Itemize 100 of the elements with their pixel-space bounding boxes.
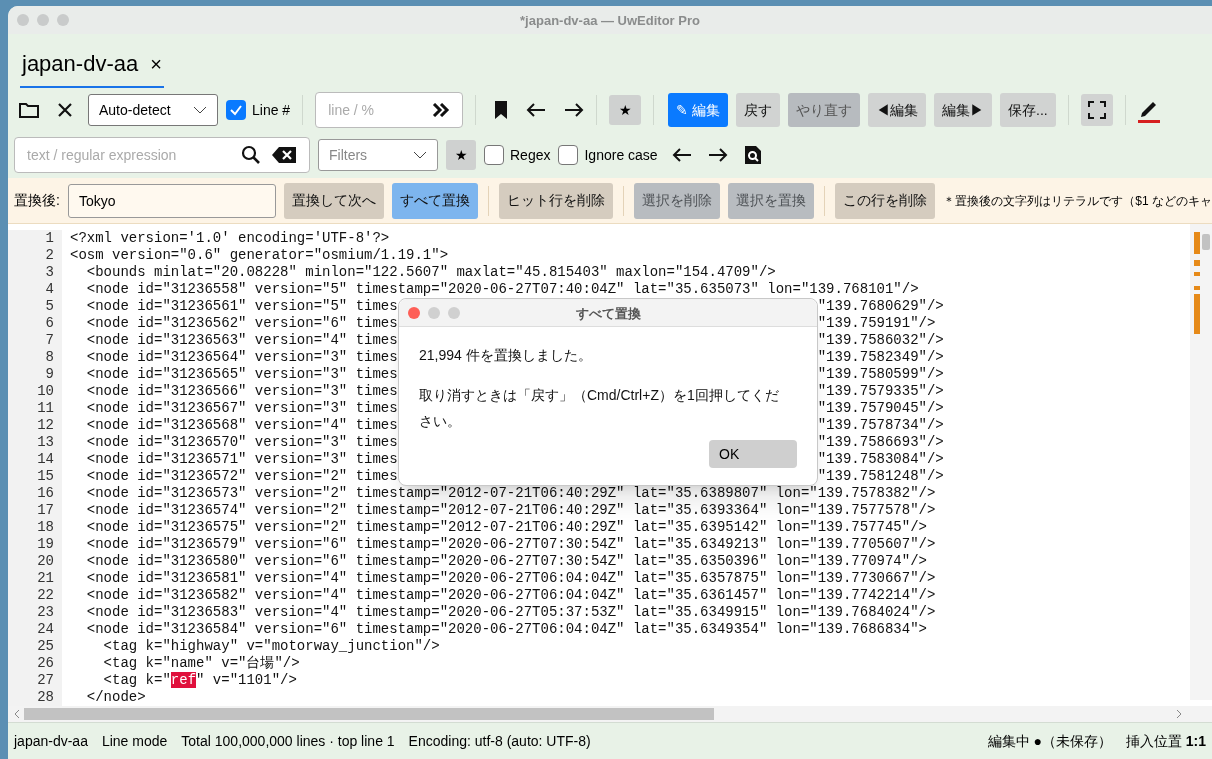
line-number: 26 [8,655,62,672]
arrow-left-icon[interactable] [671,147,692,163]
tab[interactable]: japan-dv-aa × [20,47,164,88]
goto-line-field[interactable]: line / % [315,92,464,128]
edit-state: 編集中 ●（未保存） [987,731,1112,751]
code-line: <node id="31236584" version="6" timestamp="2020-06-27T06:04:04Z" lat="35.6349354" lon="139.7686834"> [85,621,927,637]
code-line: <?xml version='1.0' encoding='UTF-8'?> [70,230,390,246]
code-line: <node id="31236574" version="2" timestamp="2012-07-21T06:40:29Z" lat="35.6393364" lon="139.7577578"/> [85,502,936,518]
line-number: 9 [8,366,62,383]
line-number: 23 [8,604,62,621]
arrow-right-icon[interactable] [564,102,585,118]
code-line: <node id="31236582" version="4" timestamp="2020-06-27T06:04:04Z" lat="35.6361457" lon="139.7742214"/> [85,587,936,603]
line-number: 11 [8,400,62,417]
window-title: *japan-dv-aa — UwEditor Pro [520,13,700,28]
checkbox[interactable] [484,145,504,165]
code-line: <bounds minlat="20.08228" minlon="122.5607" maxlat="45.815403" maxlon="154.4709"/> [85,264,776,280]
clear-icon[interactable] [271,146,297,164]
code-line: <osm version="0.6" generator="osmium/1.19.1"> [70,247,449,263]
line-number: 13 [8,434,62,451]
line-number: 5 [8,298,62,315]
cursor-position: 挿入位置 1:1 [1125,731,1206,751]
code-line: "139.7581248"/> [817,468,944,484]
code-line: "139.7582349"/> [817,349,944,365]
star-button[interactable]: ★ [609,95,642,125]
checkbox[interactable] [226,100,246,120]
ok-button[interactable]: OK [709,440,797,468]
line-number: 12 [8,417,62,434]
goto-line-input[interactable]: line / % [328,99,419,121]
code-line: "139.7583084"/> [817,451,944,467]
code-line: "139.7586693"/> [817,434,944,450]
close-window-button[interactable] [408,306,420,319]
arrow-left-icon[interactable] [526,102,547,118]
code-line: "139.7578734"/> [817,417,944,433]
toolbar-button[interactable]: ◀編集 [868,93,927,127]
replace-button[interactable]: ヒット行を削除 [499,182,614,219]
close-icon[interactable] [56,101,74,119]
code-line: <node id="31236571" version="3" times [85,451,398,467]
checkbox-label[interactable]: Regex [510,144,551,166]
line-number: 2 [8,247,62,264]
code-line: <node id="31236581" version="4" timestamp="2020-06-27T06:04:04Z" lat="35.6357875" lon="139.7730667"/> [85,570,936,586]
search-field[interactable]: text / regular expression [14,137,310,173]
fullscreen-button[interactable] [1080,94,1113,126]
line-number: 1 [8,230,62,247]
status-text: Encoding: utf-8 (auto: UTF-8) [408,731,591,751]
code-line: <node id="31236580" version="6" timestamp="2020-06-27T07:30:54Z" lat="35.6350396" lon="139.770974"/> [85,553,927,569]
code-line: <tag k="ref" v="1101"/> [102,672,297,688]
scroll-right-icon[interactable] [1174,709,1184,719]
replace-button[interactable]: 選択を置換 [728,182,815,219]
chevron-down-icon [413,151,427,159]
toolbar-button[interactable]: 編集▶ [934,93,993,127]
filters-dropdown[interactable]: Filters [318,139,438,171]
folder-icon[interactable] [18,100,40,120]
bookmark-icon[interactable] [494,100,509,120]
code-line: <node id="31236566" version="3" times [85,383,398,399]
line-number: 25 [8,638,62,655]
replace-button[interactable]: 選択を削除 [634,182,721,219]
code-line: "139.7586032"/> [817,332,944,348]
double-chevron-right-icon[interactable] [432,103,451,117]
search-input[interactable]: text / regular expression [27,144,241,166]
dialog-title: すべて置換 [575,305,641,321]
code-line: <node id="31236558" version="5" timestamp="2020-06-27T07:40:04Z" lat="35.635073" lon="139.768101"/> [85,281,919,297]
line-number: 15 [8,468,62,485]
horizontal-scrollbar-thumb[interactable] [24,708,714,720]
line-number: 10 [8,383,62,400]
search-match: ref [170,672,197,688]
line-number: 7 [8,332,62,349]
replace-field[interactable]: Tokyo [67,183,277,218]
code-line: <node id="31236567" version="3" times [85,400,398,416]
toolbar-button[interactable]: ✎ 編集 [668,93,729,127]
tab-label[interactable]: japan-dv-aa [22,47,139,80]
chevron-down-icon [193,106,207,114]
dialog-message: 21,994 件を置換しました。 [419,346,593,365]
search-icon[interactable] [241,145,261,165]
replace-button[interactable]: すべて置換 [392,182,479,219]
replace-note: ＊置換後の文字列はリテラルです（$1 などのキャ [943,192,1212,210]
code-line: <node id="31236563" version="4" times [85,332,398,348]
checkbox-label[interactable]: Ignore case [584,144,658,166]
arrow-right-icon[interactable] [707,147,728,163]
code-line: "139.7680629"/> [817,298,944,314]
toolbar-button[interactable]: 保存... [1000,93,1056,127]
line-number: 21 [8,570,62,587]
code-line: <node id="31236572" version="2" times [85,468,398,484]
code-line: "139.7580599"/> [817,366,944,382]
toolbar-button[interactable]: 戻す [736,93,781,127]
find-in-document-icon[interactable] [743,145,762,165]
replace-button[interactable]: この行を削除 [835,182,936,219]
tab-close-button[interactable]: × [150,48,162,79]
star-button[interactable]: ★ [446,140,476,170]
line-number: 28 [8,689,62,706]
checkbox-label[interactable]: Line # [252,99,291,121]
code-line: "139.7579335"/> [817,383,944,399]
encoding-dropdown[interactable]: Auto-detect [88,94,218,126]
vertical-scrollbar[interactable] [1190,224,1212,700]
status-text: Total 100,000,000 lines · top line 1 [181,731,395,751]
checkbox[interactable] [558,145,579,165]
replace-button[interactable]: 置換して次へ [284,182,385,219]
line-number: 27 [8,672,62,689]
scroll-left-icon[interactable] [12,709,22,719]
code-line: <node id="31236565" version="3" times [85,366,398,382]
line-number: 6 [8,315,62,332]
